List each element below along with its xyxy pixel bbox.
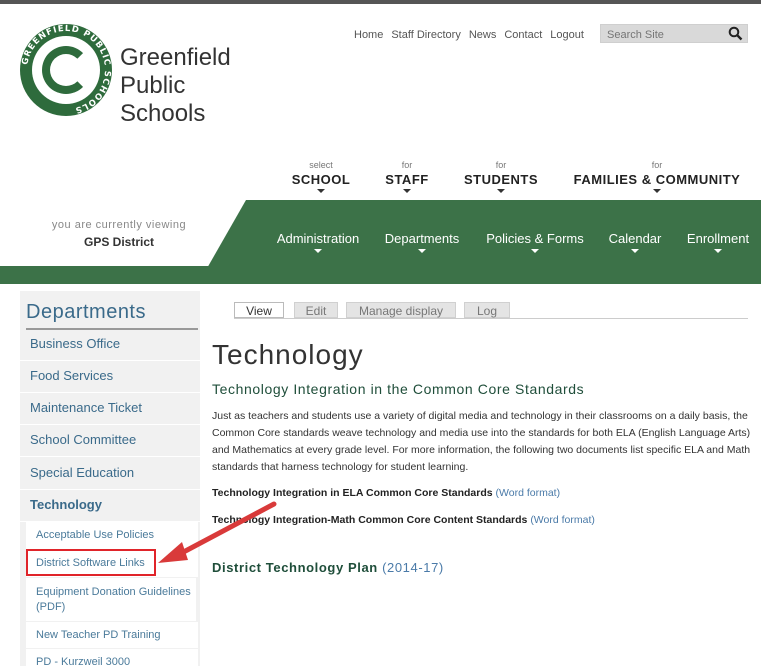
- brand-line-1: Greenfield: [120, 44, 231, 71]
- sidebar-item-technology[interactable]: Technology: [20, 490, 200, 522]
- sidebar-item-school-committee[interactable]: School Committee: [20, 425, 200, 457]
- seal-ring-text: GREENFIELD PUBLIC SCHOOLS: [20, 24, 112, 115]
- sidebar-item-special-education[interactable]: Special Education: [20, 458, 200, 490]
- tab-edit[interactable]: Edit: [294, 302, 338, 318]
- highlight-box: [26, 549, 156, 576]
- audience-nav-families[interactable]: for FAMILIES & COMMUNITY: [570, 160, 744, 193]
- sidebar-item-business-office[interactable]: Business Office: [20, 329, 200, 361]
- logout-link[interactable]: Logout: [550, 29, 584, 41]
- home-link[interactable]: Home: [354, 29, 383, 41]
- technology-plan-heading: District Technology Plan (2014-17): [212, 560, 444, 575]
- caret-down-icon: [418, 249, 426, 253]
- caret-down-icon: [497, 189, 505, 193]
- top-border: [0, 0, 761, 4]
- news-link[interactable]: News: [469, 29, 497, 41]
- sidebar-title: Departments: [26, 301, 146, 323]
- section-heading: Technology Integration in the Common Cor…: [212, 381, 585, 397]
- caret-down-icon: [631, 249, 639, 253]
- subnav-new-teacher-pd-training[interactable]: New Teacher PD Training: [26, 622, 198, 648]
- site-title[interactable]: Greenfield Public Schools: [120, 44, 231, 128]
- utility-nav: Home Staff Directory News Contact Logout: [354, 29, 592, 41]
- brand-line-2: Public: [120, 72, 186, 99]
- intro-paragraph: Just as teachers and students use a vari…: [212, 410, 751, 473]
- tab-manage-display[interactable]: Manage display: [346, 302, 456, 318]
- caret-down-icon: [403, 189, 411, 193]
- caret-down-icon: [653, 189, 661, 193]
- caret-down-icon: [317, 189, 325, 193]
- staff-directory-link[interactable]: Staff Directory: [391, 29, 461, 41]
- doc-ela-standards: Technology Integration in ELA Common Cor…: [212, 487, 560, 499]
- sidebar-item-maintenance-ticket[interactable]: Maintenance Ticket: [20, 393, 200, 425]
- caret-down-icon: [714, 249, 722, 253]
- main-nav-policies-forms[interactable]: Policies & Forms: [481, 231, 589, 253]
- audience-nav-students[interactable]: for STUDENTS: [461, 160, 541, 193]
- search-icon[interactable]: [728, 26, 743, 46]
- subnav-equipment-donation-guidelines[interactable]: Equipment Donation Guidelines (PDF): [26, 578, 196, 621]
- main-nav-enrollment[interactable]: Enrollment: [682, 231, 754, 253]
- doc-ela-title: Technology Integration in ELA Common Cor…: [212, 487, 493, 499]
- caret-down-icon: [314, 249, 322, 253]
- search-input[interactable]: [601, 26, 721, 44]
- tab-view[interactable]: View: [234, 302, 284, 318]
- doc-math-title: Technology Integration-Math Common Core …: [212, 514, 528, 526]
- tab-log[interactable]: Log: [464, 302, 510, 318]
- technology-plan-title: District Technology Plan: [212, 560, 378, 575]
- brand-line-3: Schools: [120, 100, 206, 127]
- school-seal-logo[interactable]: GREENFIELD PUBLIC SCHOOLS: [20, 24, 112, 116]
- subnav-acceptable-use-policies[interactable]: Acceptable Use Policies: [26, 522, 198, 549]
- svg-text:GREENFIELD PUBLIC SCHOOLS: GREENFIELD PUBLIC SCHOOLS: [20, 24, 112, 115]
- tabs-divider: [234, 318, 748, 319]
- contact-link[interactable]: Contact: [504, 29, 542, 41]
- audience-nav-school[interactable]: select SCHOOL: [288, 160, 354, 193]
- main-nav-departments[interactable]: Departments: [380, 231, 464, 253]
- main-nav-calendar[interactable]: Calendar: [604, 231, 666, 253]
- doc-math-word-link[interactable]: (Word format): [530, 514, 595, 526]
- current-site-indicator: you are currently viewing GPS District: [51, 219, 187, 249]
- subnav-pd-kurzweil-3000[interactable]: PD - Kurzweil 3000: [26, 649, 198, 666]
- main-nav-administration[interactable]: Administration: [272, 231, 364, 253]
- caret-down-icon: [531, 249, 539, 253]
- sidebar-item-food-services[interactable]: Food Services: [20, 361, 200, 393]
- audience-nav-staff[interactable]: for STAFF: [380, 160, 434, 193]
- search-box: [600, 24, 748, 46]
- technology-plan-link[interactable]: (2014-17): [382, 560, 444, 575]
- doc-math-standards: Technology Integration-Math Common Core …: [212, 514, 595, 526]
- doc-ela-word-link[interactable]: (Word format): [496, 487, 561, 499]
- page-title: Technology: [212, 339, 364, 370]
